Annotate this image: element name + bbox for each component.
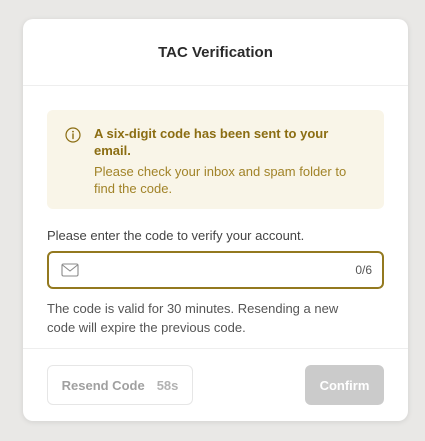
code-prompt: Please enter the code to verify your acc… xyxy=(47,228,305,243)
resend-timer: 58s xyxy=(156,377,179,393)
mail-icon xyxy=(61,263,79,277)
confirm-button[interactable]: Confirm xyxy=(305,365,384,405)
code-input[interactable] xyxy=(87,261,356,279)
dialog-footer: Resend Code 58s Confirm xyxy=(23,348,408,421)
alert-description: Please check your inbox and spam folder … xyxy=(94,164,347,196)
resend-label: Resend Code xyxy=(61,377,145,393)
code-input-wrapper[interactable]: 0/6 xyxy=(47,251,384,289)
validity-note: The code is valid for 30 minutes. Resend… xyxy=(47,301,339,335)
alert-title: A six-digit code has been sent to your e… xyxy=(94,126,329,158)
alert-text: A six-digit code has been sent to your e… xyxy=(94,126,368,197)
char-counter: 0/6 xyxy=(355,263,372,277)
info-icon xyxy=(65,127,81,143)
dialog-body: A six-digit code has been sent to your e… xyxy=(23,86,408,337)
info-alert: A six-digit code has been sent to your e… xyxy=(47,110,384,209)
resend-code-button[interactable]: Resend Code 58s xyxy=(47,365,193,405)
dialog-header: TAC Verification xyxy=(23,19,408,86)
dialog-title: TAC Verification xyxy=(158,44,273,61)
tac-verification-dialog: TAC Verification A six-digit code has be… xyxy=(23,19,408,421)
